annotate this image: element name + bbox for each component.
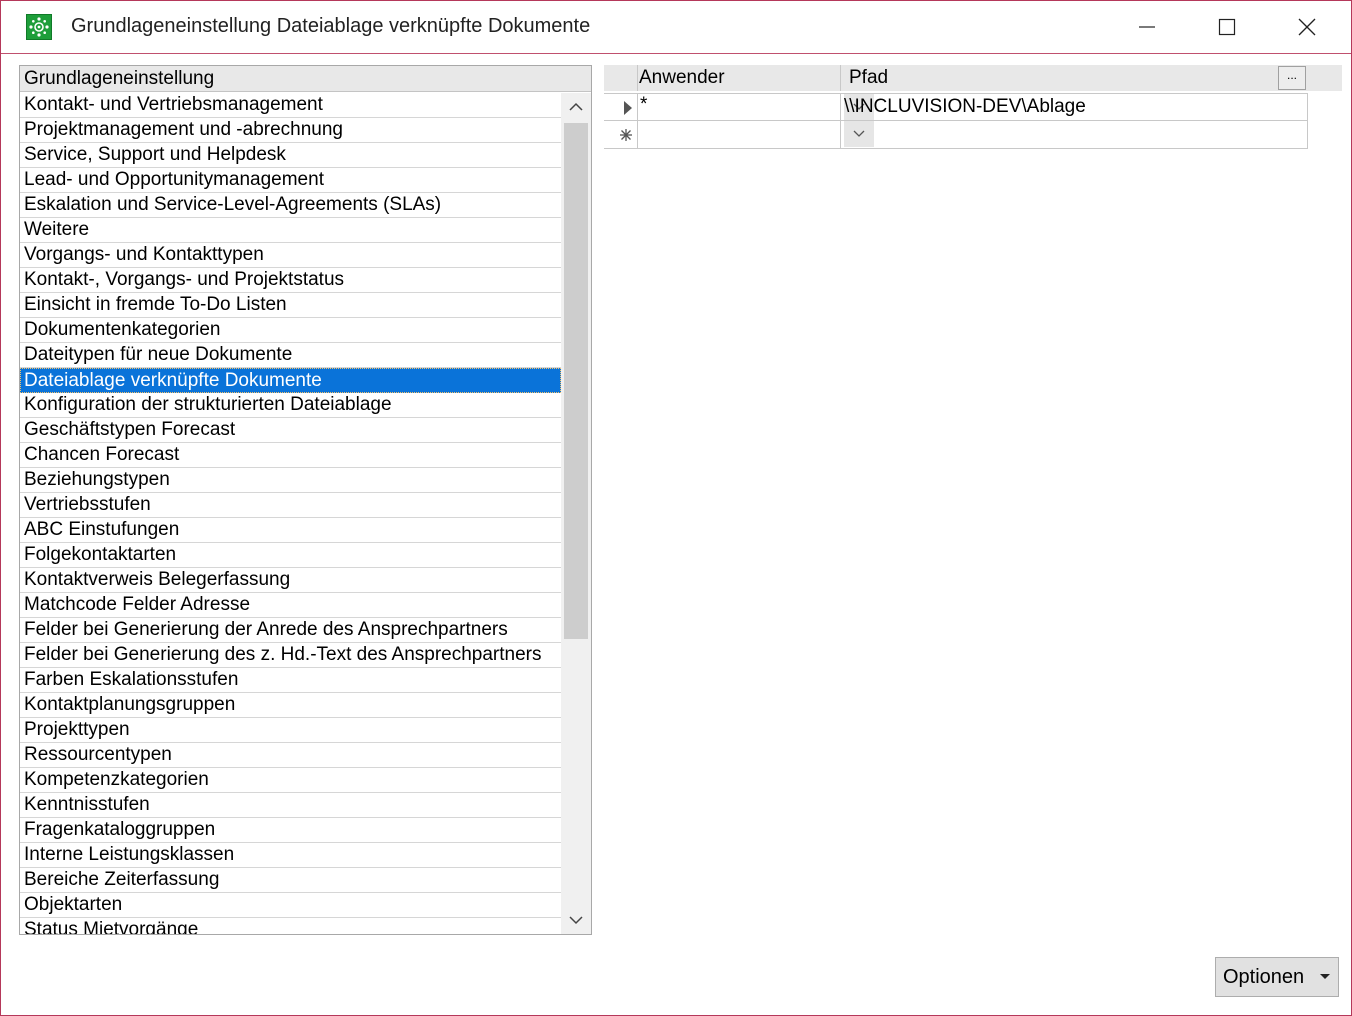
dropdown-arrow-icon: [1320, 974, 1330, 979]
list-body: Kontakt- und Vertriebsmanagement Projektm…: [20, 93, 561, 934]
minimize-icon: [1139, 26, 1155, 28]
list-item[interactable]: Projektmanagement und -abrechnung: [20, 118, 561, 143]
dialog-window: Grundlageneinstellung Dateiablage verknü…: [0, 0, 1352, 1016]
maximize-button[interactable]: [1187, 1, 1267, 53]
column-header-pfad[interactable]: Pfad: [841, 65, 1307, 91]
close-button[interactable]: [1267, 1, 1347, 53]
row-selector-header[interactable]: [604, 65, 638, 91]
list-item[interactable]: Kontakt- und Vertriebsmanagement: [20, 93, 561, 118]
list-item[interactable]: Felder bei Generierung der Anrede des An…: [20, 618, 561, 643]
list-item[interactable]: Einsicht in fremde To-Do Listen: [20, 293, 561, 318]
optionen-button[interactable]: Optionen: [1215, 957, 1339, 997]
list-item[interactable]: Dateitypen für neue Dokumente: [20, 343, 561, 368]
list-header[interactable]: Grundlageneinstellung: [20, 66, 591, 92]
list-item[interactable]: Vorgangs- und Kontakttypen: [20, 243, 561, 268]
window-title: Grundlageneinstellung Dateiablage verknü…: [71, 15, 591, 37]
list-item[interactable]: Fragenkataloggruppen: [20, 818, 561, 843]
list-item[interactable]: Objektarten: [20, 893, 561, 918]
chevron-up-icon: [569, 102, 583, 111]
list-item[interactable]: Konfiguration der strukturierten Dateiab…: [20, 393, 561, 418]
title-bar[interactable]: Grundlageneinstellung Dateiablage verknü…: [1, 1, 1351, 54]
list-item[interactable]: Ressourcentypen: [20, 743, 561, 768]
list-item[interactable]: Dokumentenkategorien: [20, 318, 561, 343]
scroll-down-button[interactable]: [561, 906, 591, 934]
path-grid: Anwender Pfad ... * \\INCLUVISION-DEV\Ab…: [604, 65, 1342, 149]
scroll-thumb[interactable]: [564, 123, 588, 639]
list-item[interactable]: ABC Einstufungen: [20, 518, 561, 543]
list-item[interactable]: Felder bei Generierung des z. Hd.-Text d…: [20, 643, 561, 668]
table-row[interactable]: * \\INCLUVISION-DEV\Ablage: [604, 93, 1308, 121]
list-item[interactable]: Kenntnisstufen: [20, 793, 561, 818]
list-item[interactable]: Interne Leistungsklassen: [20, 843, 561, 868]
column-header-anwender[interactable]: Anwender: [638, 65, 841, 91]
browse-button[interactable]: ...: [1278, 66, 1306, 90]
list-item[interactable]: Chancen Forecast: [20, 443, 561, 468]
gear-network-icon: [26, 14, 52, 40]
chevron-down-icon: [569, 916, 583, 925]
list-item[interactable]: Service, Support und Helpdesk: [20, 143, 561, 168]
list-item[interactable]: Farben Eskalationsstufen: [20, 668, 561, 693]
list-item[interactable]: Dateiablage verknüpfte Dokumente: [20, 368, 561, 393]
list-item[interactable]: Beziehungstypen: [20, 468, 561, 493]
list-item[interactable]: Bereiche Zeiterfassung: [20, 868, 561, 893]
list-item[interactable]: Kontakt-, Vorgangs- und Projektstatus: [20, 268, 561, 293]
list-item[interactable]: Folgekontaktarten: [20, 543, 561, 568]
anwender-cell[interactable]: *: [638, 94, 874, 121]
list-item[interactable]: Status Mietvorgänge: [20, 918, 561, 934]
optionen-label: Optionen: [1223, 966, 1305, 988]
pfad-cell[interactable]: [841, 121, 1307, 148]
current-row-arrow-icon[interactable]: [604, 94, 638, 121]
scroll-up-button[interactable]: [561, 93, 591, 121]
anwender-cell[interactable]: [638, 121, 874, 148]
settings-list: Grundlageneinstellung Kontakt- und Vertr…: [19, 65, 592, 935]
list-item[interactable]: Kompetenzkategorien: [20, 768, 561, 793]
pfad-cell[interactable]: \\INCLUVISION-DEV\Ablage: [841, 94, 1307, 121]
new-row-asterisk-icon[interactable]: [604, 121, 638, 148]
minimize-button[interactable]: [1107, 1, 1187, 53]
list-item[interactable]: Lead- und Opportunitymanagement: [20, 168, 561, 193]
maximize-icon: [1218, 18, 1236, 36]
list-scrollbar[interactable]: [561, 93, 591, 934]
list-item[interactable]: Eskalation und Service-Level-Agreements …: [20, 193, 561, 218]
list-item[interactable]: Kontaktverweis Belegerfassung: [20, 568, 561, 593]
table-row[interactable]: [604, 121, 1308, 149]
list-item[interactable]: Vertriebsstufen: [20, 493, 561, 518]
list-item[interactable]: Weitere: [20, 218, 561, 243]
anwender-value: *: [640, 94, 648, 115]
list-item[interactable]: Matchcode Felder Adresse: [20, 593, 561, 618]
list-item[interactable]: Kontaktplanungsgruppen: [20, 693, 561, 718]
list-item[interactable]: Projekttypen: [20, 718, 561, 743]
close-icon: [1298, 18, 1316, 36]
list-item[interactable]: Geschäftstypen Forecast: [20, 418, 561, 443]
